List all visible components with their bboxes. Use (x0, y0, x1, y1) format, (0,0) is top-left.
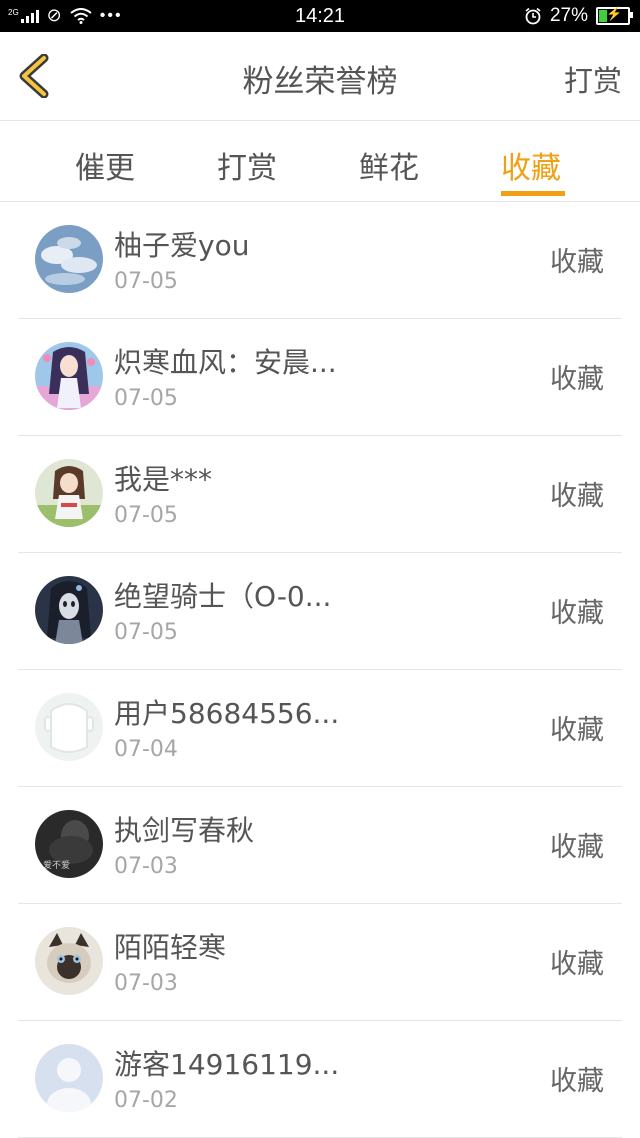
page-title: 粉丝荣誉榜 (242, 64, 398, 100)
user-date: 07-05 (114, 503, 178, 528)
dark-character-avatar (35, 576, 103, 644)
guest-avatar (35, 1044, 103, 1112)
tab-flowers[interactable]: 鲜花 (359, 143, 419, 187)
user-name: 柚子爱you (114, 229, 250, 262)
anime-girl-avatar (35, 342, 103, 410)
alarm-icon (525, 7, 541, 25)
favorite-label: 收藏 (550, 832, 604, 863)
list-item[interactable]: 游客14916119... 07-02 收藏 (18, 1021, 622, 1138)
dark-photo-avatar: 爱不爱 (35, 810, 103, 878)
battery-icon: ⚡ (596, 6, 633, 25)
charging-bolt-icon: ⚡ (606, 6, 623, 21)
favorite-label: 收藏 (550, 949, 604, 980)
user-name: 绝望骑士（O-0... (114, 580, 332, 613)
user-name: 用户58684556... (114, 697, 340, 730)
status-bar: 2G ⊘ ••• 14:21 27% ⚡ (0, 0, 640, 32)
user-name: 游客14916119... (114, 1048, 340, 1081)
cat-avatar (35, 927, 103, 995)
list-item[interactable]: 用户58684556... 07-04 收藏 (18, 670, 622, 787)
header-bar: 粉丝荣誉榜 打赏 (0, 32, 640, 121)
user-name: 我是*** (114, 463, 213, 496)
user-date: 07-05 (114, 620, 178, 645)
favorite-label: 收藏 (550, 715, 604, 746)
user-name: 执剑写春秋 (114, 814, 255, 847)
list-item[interactable]: 柚子爱you 07-05 收藏 (18, 202, 622, 319)
status-right: 27% ⚡ (524, 5, 633, 27)
fan-list: 柚子爱you 07-05 收藏 炽寒血风：安晨... 07-05 收藏 我是**… (0, 202, 640, 1138)
user-date: 07-04 (114, 737, 178, 762)
reward-button[interactable]: 打赏 (564, 58, 622, 100)
favorite-label: 收藏 (550, 364, 604, 395)
user-date: 07-05 (114, 269, 178, 294)
user-date: 07-02 (114, 1088, 178, 1113)
tab-bar: 催更 打赏 鲜花 收藏 (0, 121, 640, 202)
tab-reward[interactable]: 打赏 (217, 143, 277, 187)
favorite-label: 收藏 (550, 481, 604, 512)
favorite-label: 收藏 (550, 598, 604, 629)
list-item[interactable]: 我是*** 07-05 收藏 (18, 436, 622, 553)
default-user-avatar (35, 693, 103, 761)
sky-clouds-avatar (35, 225, 103, 293)
battery-percent: 27% (549, 5, 588, 26)
user-date: 07-03 (114, 971, 178, 996)
list-item[interactable]: 爱不爱 执剑写春秋 07-03 收藏 (18, 787, 622, 904)
favorite-label: 收藏 (550, 1066, 604, 1097)
tab-favorites[interactable]: 收藏 (501, 143, 561, 187)
favorite-label: 收藏 (550, 247, 604, 278)
active-tab-indicator (501, 191, 565, 196)
user-date: 07-03 (114, 854, 178, 879)
avatar-caption: 爱不爱 (43, 860, 70, 871)
list-item[interactable]: 炽寒血风：安晨... 07-05 收藏 (18, 319, 622, 436)
user-name: 炽寒血风：安晨... (114, 346, 337, 379)
tab-urge[interactable]: 催更 (75, 143, 135, 187)
anime-character-avatar (35, 459, 103, 527)
user-name: 陌陌轻寒 (114, 931, 227, 964)
list-item[interactable]: 绝望骑士（O-0... 07-05 收藏 (18, 553, 622, 670)
user-date: 07-05 (114, 386, 178, 411)
list-item[interactable]: 陌陌轻寒 07-03 收藏 (18, 904, 622, 1021)
